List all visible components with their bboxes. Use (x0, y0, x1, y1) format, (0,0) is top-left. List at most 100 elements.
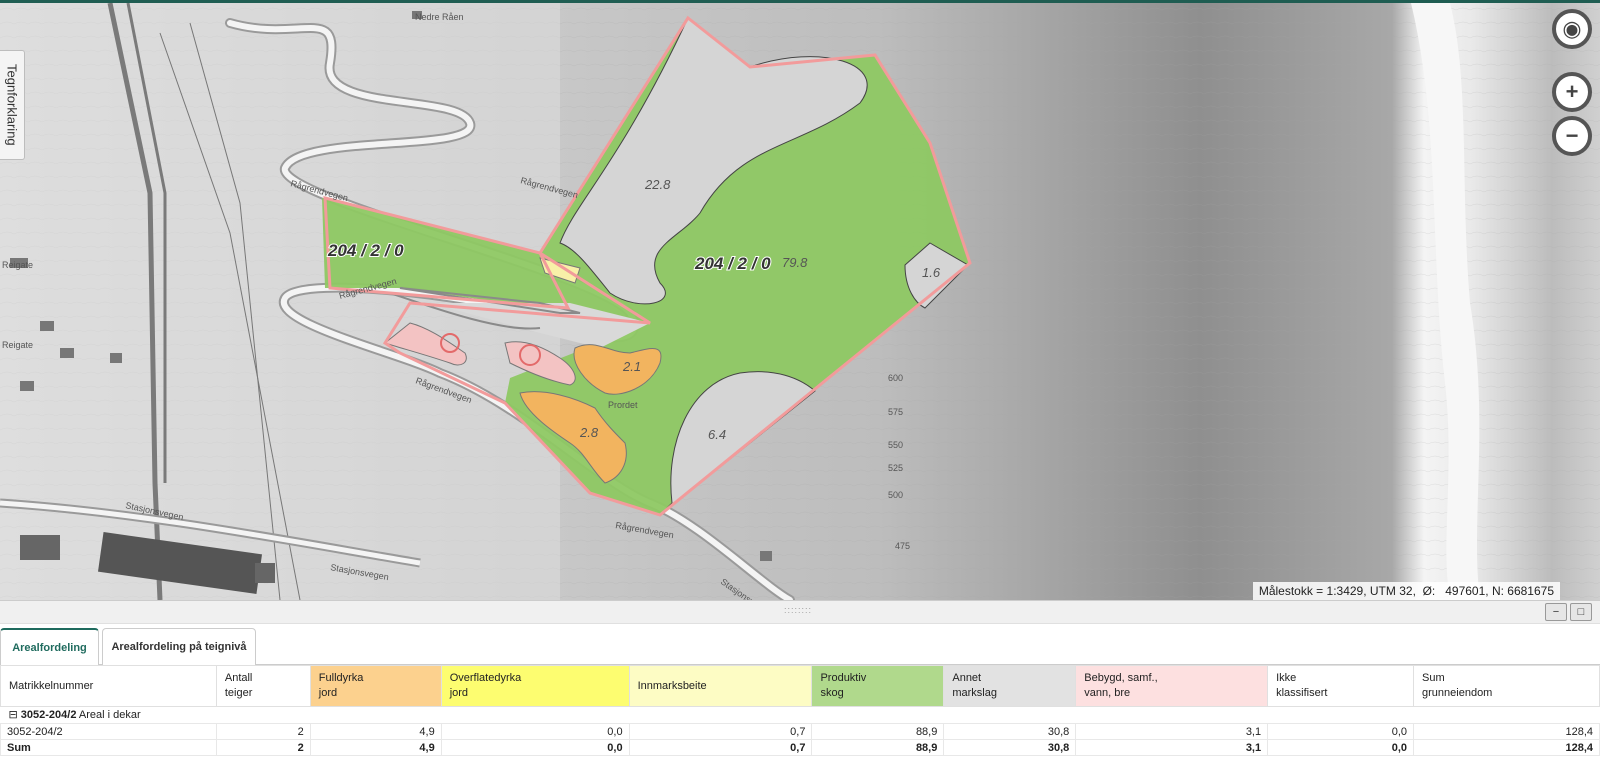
column-header[interactable]: Matrikkelnummer (0, 665, 217, 707)
zoom-out-button[interactable]: − (1552, 116, 1592, 156)
building (110, 353, 122, 363)
building (20, 381, 34, 391)
place-label: Prordet (608, 400, 638, 410)
column-header-line1: Sum (1422, 672, 1445, 684)
building (20, 535, 60, 560)
contour-label: 575 (888, 407, 903, 417)
scale-coordinate-readout: Målestokk = 1:3429, UTM 32, Ø: 497601, N… (1252, 582, 1560, 600)
column-header[interactable]: Annet markslag (943, 665, 1077, 707)
column-header[interactable]: Overflatedyrka jord (440, 665, 630, 707)
area-label: 2.8 (579, 425, 599, 440)
collapse-toggle-icon[interactable]: ⊟ (9, 709, 18, 721)
table-cell: 3052-204/2 (0, 723, 217, 740)
column-header-line1: Annet (952, 672, 982, 684)
minimize-icon: − (1552, 606, 1560, 618)
maximize-panel-button[interactable]: □ (1570, 603, 1592, 621)
building (60, 348, 74, 358)
table-cell: 3,1 (1075, 739, 1269, 756)
column-header[interactable]: Fulldyrka jord (309, 665, 442, 707)
table-cell: 0,0 (1267, 723, 1415, 740)
panel-splitter[interactable]: :::::::: (0, 600, 1600, 624)
minimize-panel-button[interactable]: − (1545, 603, 1567, 621)
column-header[interactable]: Produktiv skog (811, 665, 945, 707)
column-header[interactable]: Antall teiger (215, 665, 311, 707)
maximize-icon: □ (1577, 606, 1585, 618)
place-label: Nedre Råen (415, 12, 464, 22)
building (760, 551, 772, 561)
contour-label: 600 (888, 373, 903, 383)
road-label: Reigate (2, 340, 33, 350)
column-header-line1: Produktiv (820, 672, 867, 684)
column-header-line2: grunneiendom (1422, 687, 1493, 699)
tab-arealfordeling[interactable]: Arealfordeling (0, 628, 99, 666)
zoom-in-button[interactable]: + (1552, 72, 1592, 112)
table-cell: 30,8 (943, 739, 1077, 756)
locate-icon: ◉ (1562, 16, 1582, 41)
column-header-line2: teiger (224, 687, 253, 699)
column-header-line1: Fulldyrka (318, 672, 364, 684)
group-cell[interactable]: ⊟ 3052-204/2 Areal i dekar (0, 706, 1600, 724)
area-label: 79.8 (782, 255, 808, 270)
table-cell: 2 (215, 723, 311, 740)
table-cell: 88,9 (811, 723, 945, 740)
tab-arealfordeling-teigniva[interactable]: Arealfordeling på teignivå (102, 628, 256, 665)
table-cell: 2 (215, 739, 311, 756)
map-canvas[interactable]: 204 / 2 / 0 204 / 2 / 0 22.8 79.8 1.6 2.… (0, 3, 1600, 600)
zoom-in-icon: + (1565, 79, 1579, 104)
area-label: 1.6 (922, 265, 941, 280)
area-label: 6.4 (708, 427, 726, 442)
contour-label: 500 (888, 490, 903, 500)
table-group-row[interactable]: ⊟ 3052-204/2 Areal i dekar (0, 706, 1600, 724)
table-cell: 0,0 (440, 723, 630, 740)
table-cell: 30,8 (943, 723, 1077, 740)
group-id: 3052-204/2 (20, 709, 77, 721)
column-header-line2: jord (318, 687, 338, 699)
area-label: 2.1 (622, 359, 641, 374)
contour-label: 550 (888, 440, 903, 450)
table-cell: 4,9 (309, 739, 442, 756)
table-cell: 0,0 (440, 739, 630, 756)
zoom-out-icon: − (1565, 123, 1579, 148)
column-header-line1: Overflatedyrka (449, 672, 522, 684)
map-view[interactable]: 204 / 2 / 0 204 / 2 / 0 22.8 79.8 1.6 2.… (0, 3, 1600, 600)
table-row[interactable]: 3052-204/2 2 4,9 0,0 0,7 88,9 30,8 3,1 0,0 128,4 (0, 723, 1600, 740)
area-label: 22.8 (644, 177, 671, 192)
column-header[interactable]: Ikke klassifisert (1267, 665, 1415, 707)
area-distribution-table: Matrikkelnummer Antall teiger Fulldyrka jord… (0, 665, 1600, 756)
group-label: Areal i dekar (78, 709, 141, 721)
table-cell: 0,7 (628, 723, 813, 740)
building (255, 563, 275, 583)
column-header-line1: Antall (224, 672, 253, 684)
splitter-grip-icon: :::::::: (784, 605, 813, 615)
legend-tab[interactable]: Tegnforklaring (0, 50, 25, 160)
column-header-line2: markslag (952, 687, 997, 699)
column-header[interactable]: Innmarksbeite (628, 665, 813, 707)
road-label: Reigate (2, 260, 33, 270)
locate-button[interactable]: ◉ (1552, 9, 1592, 49)
table-cell: 4,9 (309, 723, 442, 740)
table-cell: 0,7 (628, 739, 813, 756)
parcel-label: 204 / 2 / 0 (327, 241, 404, 260)
column-header-line2: vann, bre (1084, 687, 1131, 699)
column-header-line1: Innmarksbeite (637, 679, 707, 692)
table-cell: 3,1 (1075, 723, 1269, 740)
table-cell: 128,4 (1413, 723, 1600, 740)
table-cell: 0,0 (1267, 739, 1415, 756)
column-header-line1: Bebygd, samf., (1084, 672, 1158, 684)
table-sum-row[interactable]: Sum 2 4,9 0,0 0,7 88,9 30,8 3,1 0,0 128,4 (0, 739, 1600, 756)
contour-label: 475 (895, 541, 910, 551)
building (40, 321, 54, 331)
column-header-line1: Matrikkelnummer (9, 679, 94, 692)
table-header-row: Matrikkelnummer Antall teiger Fulldyrka jord… (0, 665, 1600, 707)
column-header[interactable]: Sum grunneiendom (1413, 665, 1600, 707)
contour-label: 525 (888, 463, 903, 473)
column-header-line2: klassifisert (1276, 687, 1328, 699)
column-header[interactable]: Bebygd, samf., vann, bre (1075, 665, 1269, 707)
column-header-line2: jord (449, 687, 469, 699)
parcel-label: 204 / 2 / 0 (694, 254, 771, 273)
result-tabs: Arealfordeling Arealfordeling på teigniv… (0, 628, 1600, 666)
table-cell: Sum (0, 739, 217, 756)
legend-tab-label: Tegnforklaring (4, 64, 20, 146)
table-cell: 128,4 (1413, 739, 1600, 756)
table-cell: 88,9 (811, 739, 945, 756)
